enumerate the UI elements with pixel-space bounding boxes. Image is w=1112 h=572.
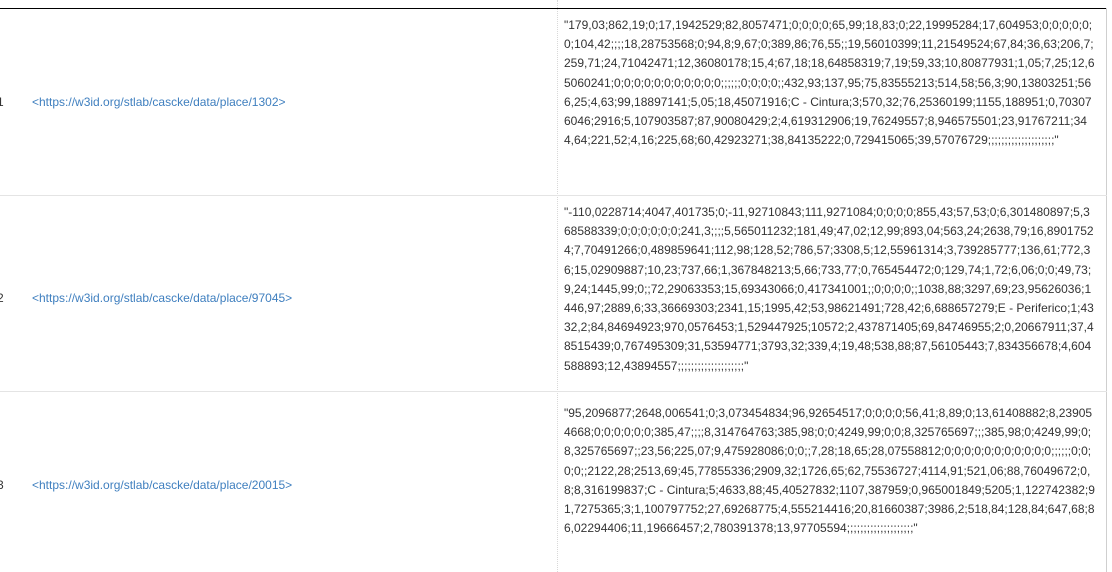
place-uri-link[interactable]: <https://w3id.org/stlab/cascke/data/plac… [32, 291, 292, 305]
row-index: 2 [0, 291, 4, 305]
place-uri-link[interactable]: <https://w3id.org/stlab/cascke/data/plac… [32, 95, 286, 109]
row-index: 1 [0, 95, 4, 109]
table-row: 2 <https://w3id.org/stlab/cascke/data/pl… [0, 196, 1107, 392]
table-row: 1 <https://w3id.org/stlab/cascke/data/pl… [0, 9, 1107, 196]
table-row: 3 <https://w3id.org/stlab/cascke/data/pl… [0, 397, 1107, 572]
row-index: 3 [0, 478, 4, 492]
place-data-value: "179,03;862,19;0;17,1942529;82,8057471;0… [564, 18, 1095, 148]
place-data-value: "-110,0228714;4047,401735;0;-11,92710843… [564, 205, 1094, 373]
place-uri-link[interactable]: <https://w3id.org/stlab/cascke/data/plac… [32, 478, 292, 492]
place-data-value: "95,2096877;2648,006541;0;3,073454834;96… [564, 406, 1095, 536]
